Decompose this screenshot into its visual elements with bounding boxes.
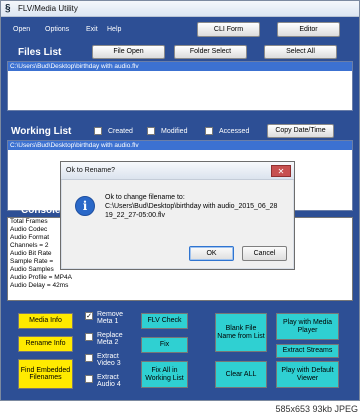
blank-file-name-button[interactable]: Blank File Name from List <box>215 313 267 352</box>
working-list-label: Working List <box>11 126 72 137</box>
flv-check-button[interactable]: FLV Check <box>141 313 188 329</box>
replace-meta-checkbox[interactable]: Replace Meta 2 <box>85 332 133 347</box>
extract-video-label: Extract Video 3 <box>97 353 121 368</box>
remove-meta-label: Remove Meta 1 <box>97 311 124 326</box>
rename-info-button[interactable]: Rename Info <box>18 336 73 352</box>
menu-options[interactable]: Options <box>45 26 69 33</box>
app-icon: § <box>5 3 11 14</box>
menu-bar: Open Options Exit Help CLI Form Editor <box>1 17 359 43</box>
image-caption: 585x653 93kb JPEG <box>0 401 360 417</box>
created-checkbox[interactable]: Created <box>94 127 133 135</box>
created-checkbox-label: Created <box>108 127 133 135</box>
console-line: Audio Delay = 42ms <box>10 282 69 289</box>
remove-meta-checkbox-box[interactable]: ✓ <box>85 312 93 320</box>
accessed-checkbox-box[interactable] <box>205 127 213 135</box>
editor-button[interactable]: Editor <box>277 22 340 37</box>
files-list-label: Files List <box>18 47 62 58</box>
modified-checkbox-label: Modified <box>161 127 188 135</box>
dialog-message-line: C:\Users\Bud\Desktop\birthday with audio… <box>105 202 278 210</box>
accessed-checkbox-label: Accessed <box>219 127 250 135</box>
remove-meta-checkbox[interactable]: ✓ Remove Meta 1 <box>85 311 133 326</box>
files-list-box[interactable]: C:\Users\Bud\Desktop\birthday with audio… <box>7 61 353 111</box>
media-info-button[interactable]: Media Info <box>18 313 73 329</box>
extract-audio-checkbox[interactable]: Extract Audio 4 <box>85 374 133 389</box>
title-bar: § FLV/Media Utility <box>1 1 359 17</box>
extract-audio-checkbox-box[interactable] <box>85 375 93 383</box>
cli-form-button[interactable]: CLI Form <box>197 22 260 37</box>
cancel-button[interactable]: Cancel <box>242 246 287 261</box>
dialog-message-line: 19_22_27-05:00.flv <box>105 211 165 219</box>
dialog-title: Ok to Rename? <box>66 167 116 174</box>
created-checkbox-box[interactable] <box>94 127 102 135</box>
dialog-message: Ok to change filename to: C:\Users\Bud\D… <box>105 194 285 220</box>
menu-help[interactable]: Help <box>107 26 121 33</box>
modified-checkbox-box[interactable] <box>147 127 155 135</box>
fix-button[interactable]: Fix <box>141 337 188 353</box>
dialog-title-bar: Ok to Rename? ✕ <box>61 162 294 180</box>
select-all-button[interactable]: Select All <box>264 45 337 59</box>
copy-date-time-button[interactable]: Copy Date/Time <box>267 124 334 138</box>
files-list-item[interactable]: C:\Users\Bud\Desktop\birthday with audio… <box>8 62 352 71</box>
window-title: FLV/Media Utility <box>18 4 78 13</box>
modified-checkbox[interactable]: Modified <box>147 127 187 135</box>
extract-streams-button[interactable]: Extract Streams <box>276 344 339 358</box>
dialog-message-line: Ok to change filename to: <box>105 194 185 201</box>
rename-dialog: Ok to Rename? ✕ i Ok to change filename … <box>60 161 295 270</box>
extract-video-checkbox[interactable]: Extract Video 3 <box>85 353 133 368</box>
close-icon[interactable]: ✕ <box>271 165 291 177</box>
menu-exit[interactable]: Exit <box>86 26 98 33</box>
clear-all-button[interactable]: Clear ALL <box>215 361 267 388</box>
play-with-default-viewer-button[interactable]: Play with Default Viewer <box>276 361 339 388</box>
extract-audio-label: Extract Audio 4 <box>97 374 121 389</box>
folder-select-button[interactable]: Folder Select <box>174 45 247 59</box>
play-with-media-player-button[interactable]: Play with Media Player <box>276 313 339 340</box>
ok-button[interactable]: OK <box>189 246 234 261</box>
file-open-button[interactable]: File Open <box>92 45 165 59</box>
main-window: § FLV/Media Utility Open Options Exit He… <box>0 0 360 401</box>
info-icon: i <box>75 196 95 216</box>
extract-video-checkbox-box[interactable] <box>85 354 93 362</box>
working-list-item[interactable]: C:\Users\Bud\Desktop\birthday with audio… <box>8 141 352 150</box>
console-line: Audio Profile = MP4A <box>10 274 72 281</box>
fix-all-button[interactable]: Fix All in Working List <box>141 361 188 388</box>
find-embedded-filenames-button[interactable]: Find Embedded Filenames <box>18 359 73 389</box>
accessed-checkbox[interactable]: Accessed <box>205 127 249 135</box>
menu-open[interactable]: Open <box>13 26 30 33</box>
replace-meta-label: Replace Meta 2 <box>97 332 123 347</box>
replace-meta-checkbox-box[interactable] <box>85 333 93 341</box>
console-label: Console <box>21 205 61 216</box>
